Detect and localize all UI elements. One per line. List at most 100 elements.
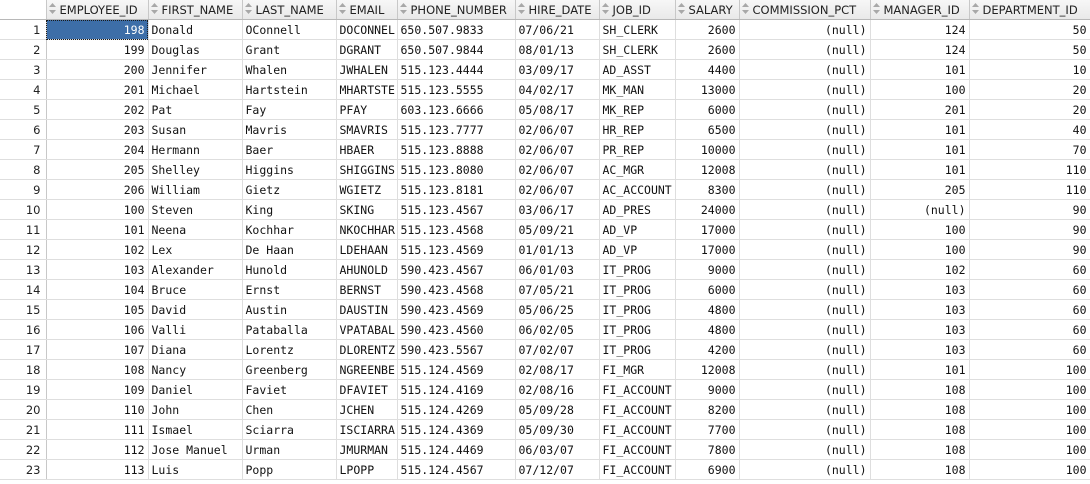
cell-hire-date[interactable]: 06/01/03: [515, 259, 600, 280]
table-row[interactable]: 16 106 Valli Pataballa VPATABAL 590.423.4560 0…: [0, 319, 1090, 340]
cell-first-name[interactable]: Shelley: [148, 159, 243, 180]
cell-last-name[interactable]: Pataballa: [242, 319, 337, 340]
cell-employee-id[interactable]: 108: [46, 359, 149, 380]
cell-salary[interactable]: 10000: [675, 139, 740, 160]
cell-first-name[interactable]: Alexander: [148, 259, 243, 280]
row-number[interactable]: 8: [0, 159, 47, 180]
cell-last-name[interactable]: Popp: [242, 459, 337, 480]
cell-employee-id[interactable]: 200: [46, 59, 149, 80]
cell-department-id[interactable]: 90: [969, 219, 1090, 240]
cell-email[interactable]: JMURMAN: [336, 439, 398, 460]
cell-phone-number[interactable]: 515.123.8181: [397, 179, 516, 200]
cell-phone-number[interactable]: 515.124.4469: [397, 439, 516, 460]
cell-email[interactable]: HBAER: [336, 139, 398, 160]
table-row[interactable]: 9 206 William Gietz WGIETZ 515.123.8181 02/06/…: [0, 179, 1090, 200]
cell-job-id[interactable]: PR_REP: [599, 139, 676, 160]
cell-manager-id[interactable]: 103: [870, 319, 970, 340]
cell-salary[interactable]: 13000: [675, 79, 740, 100]
cell-manager-id[interactable]: 102: [870, 259, 970, 280]
cell-employee-id[interactable]: 201: [46, 79, 149, 100]
cell-manager-id[interactable]: 101: [870, 119, 970, 140]
cell-email[interactable]: JCHEN: [336, 399, 398, 420]
cell-hire-date[interactable]: 03/09/17: [515, 59, 600, 80]
cell-employee-id[interactable]: 107: [46, 339, 149, 360]
row-number[interactable]: 19: [0, 379, 47, 400]
cell-department-id[interactable]: 100: [969, 419, 1090, 440]
cell-manager-id[interactable]: 101: [870, 159, 970, 180]
cell-job-id[interactable]: FI_MGR: [599, 359, 676, 380]
cell-phone-number[interactable]: 650.507.9844: [397, 39, 516, 60]
cell-commission-pct[interactable]: (null): [739, 259, 871, 280]
cell-last-name[interactable]: Higgins: [242, 159, 337, 180]
cell-employee-id[interactable]: 103: [46, 259, 149, 280]
cell-commission-pct[interactable]: (null): [739, 159, 871, 180]
table-row[interactable]: 22 112 Jose Manuel Urman JMURMAN 515.124.4469…: [0, 439, 1090, 460]
table-row[interactable]: 1 198 Donald OConnell DOCONNEL 650.507.9833 07…: [0, 19, 1090, 40]
column-header-phone-number[interactable]: PHONE_NUMBER: [397, 0, 516, 20]
cell-first-name[interactable]: Neena: [148, 219, 243, 240]
cell-job-id[interactable]: AD_PRES: [599, 199, 676, 220]
cell-hire-date[interactable]: 02/08/17: [515, 359, 600, 380]
cell-employee-id[interactable]: 206: [46, 179, 149, 200]
cell-last-name[interactable]: Kochhar: [242, 219, 337, 240]
cell-last-name[interactable]: Fay: [242, 99, 337, 120]
cell-commission-pct[interactable]: (null): [739, 19, 871, 40]
cell-department-id[interactable]: 50: [969, 19, 1090, 40]
cell-commission-pct[interactable]: (null): [739, 59, 871, 80]
cell-first-name[interactable]: Nancy: [148, 359, 243, 380]
column-header-salary[interactable]: SALARY: [675, 0, 740, 20]
cell-commission-pct[interactable]: (null): [739, 39, 871, 60]
cell-manager-id[interactable]: 100: [870, 219, 970, 240]
cell-department-id[interactable]: 20: [969, 79, 1090, 100]
cell-phone-number[interactable]: 590.423.4569: [397, 299, 516, 320]
cell-hire-date[interactable]: 06/02/05: [515, 319, 600, 340]
cell-manager-id[interactable]: 201: [870, 99, 970, 120]
sort-arrows-icon[interactable]: [399, 3, 409, 16]
cell-hire-date[interactable]: 08/01/13: [515, 39, 600, 60]
cell-commission-pct[interactable]: (null): [739, 319, 871, 340]
table-row[interactable]: 7 204 Hermann Baer HBAER 515.123.8888 02/06/07…: [0, 139, 1090, 160]
cell-employee-id[interactable]: 106: [46, 319, 149, 340]
cell-email[interactable]: VPATABAL: [336, 319, 398, 340]
cell-commission-pct[interactable]: (null): [739, 379, 871, 400]
cell-hire-date[interactable]: 07/06/21: [515, 19, 600, 40]
row-number[interactable]: 17: [0, 339, 47, 360]
cell-employee-id[interactable]: 203: [46, 119, 149, 140]
table-row[interactable]: 14 104 Bruce Ernst BERNST 590.423.4568 07/05/2…: [0, 279, 1090, 300]
cell-email[interactable]: WGIETZ: [336, 179, 398, 200]
cell-salary[interactable]: 2600: [675, 39, 740, 60]
cell-hire-date[interactable]: 05/09/21: [515, 219, 600, 240]
row-number[interactable]: 7: [0, 139, 47, 160]
row-number[interactable]: 22: [0, 439, 47, 460]
cell-commission-pct[interactable]: (null): [739, 299, 871, 320]
column-header-hire-date[interactable]: HIRE_DATE: [515, 0, 600, 20]
cell-job-id[interactable]: IT_PROG: [599, 339, 676, 360]
cell-manager-id[interactable]: 103: [870, 279, 970, 300]
cell-salary[interactable]: 6000: [675, 99, 740, 120]
table-row[interactable]: 6 203 Susan Mavris SMAVRIS 515.123.7777 02/06/…: [0, 119, 1090, 140]
sort-arrows-icon[interactable]: [244, 3, 254, 16]
cell-manager-id[interactable]: 103: [870, 339, 970, 360]
sort-arrows-icon[interactable]: [741, 3, 751, 16]
row-number[interactable]: 16: [0, 319, 47, 340]
cell-first-name[interactable]: Bruce: [148, 279, 243, 300]
cell-employee-id[interactable]: 105: [46, 299, 149, 320]
sort-arrows-icon[interactable]: [150, 3, 160, 16]
cell-employee-id[interactable]: 100: [46, 199, 149, 220]
cell-job-id[interactable]: AD_VP: [599, 239, 676, 260]
row-number[interactable]: 18: [0, 359, 47, 380]
cell-salary[interactable]: 4800: [675, 299, 740, 320]
column-header-employee-id[interactable]: EMPLOYEE_ID: [46, 0, 149, 20]
cell-employee-id[interactable]: 112: [46, 439, 149, 460]
cell-phone-number[interactable]: 515.123.7777: [397, 119, 516, 140]
cell-job-id[interactable]: HR_REP: [599, 119, 676, 140]
cell-last-name[interactable]: Baer: [242, 139, 337, 160]
column-header-job-id[interactable]: JOB_ID: [599, 0, 676, 20]
row-number[interactable]: 3: [0, 59, 47, 80]
cell-salary[interactable]: 12008: [675, 159, 740, 180]
cell-phone-number[interactable]: 515.123.4444: [397, 59, 516, 80]
cell-department-id[interactable]: 100: [969, 439, 1090, 460]
cell-salary[interactable]: 4400: [675, 59, 740, 80]
cell-salary[interactable]: 6900: [675, 459, 740, 480]
cell-department-id[interactable]: 100: [969, 379, 1090, 400]
